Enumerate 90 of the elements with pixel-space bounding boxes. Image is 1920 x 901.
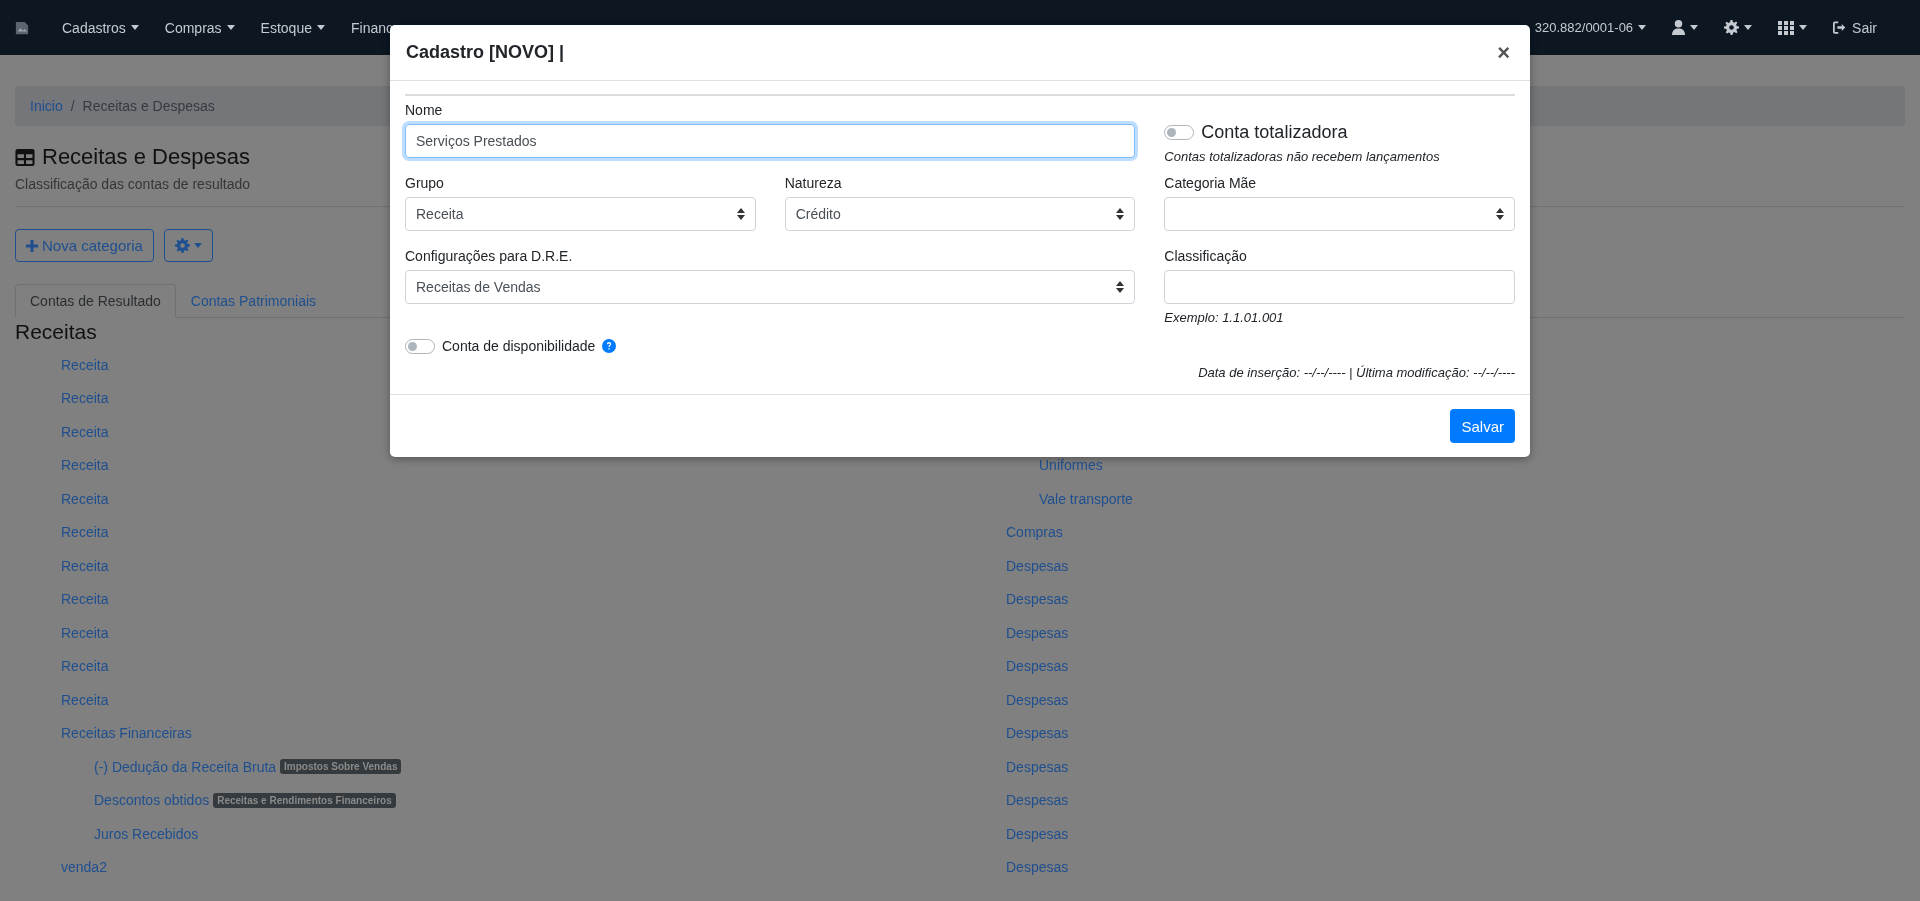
category-link[interactable]: Receita	[61, 423, 109, 440]
breadcrumb-current: Receitas e Despesas	[82, 98, 215, 114]
page-subtitle: Classificação das contas de resultado	[15, 176, 251, 192]
breadcrumb-separator: /	[70, 98, 75, 114]
select-arrows-icon	[1496, 208, 1504, 220]
select-field[interactable]	[1164, 197, 1515, 231]
field-label: Grupo	[405, 175, 444, 191]
category-link[interactable]: Despesas	[1006, 758, 1069, 775]
text-input[interactable]: Serviços Prestados	[405, 124, 1136, 158]
category-link[interactable]: Receita	[61, 356, 109, 373]
timestamps-text: Data de inserção: --/--/---- | Última modificação: --/--/----	[1198, 365, 1515, 380]
caret-icon	[1799, 25, 1808, 30]
category-link[interactable]: Despesas	[1006, 691, 1069, 708]
category-link[interactable]: Despesas	[1006, 859, 1069, 876]
category-link[interactable]: Receita	[61, 691, 109, 708]
toggle-switch[interactable]	[405, 338, 435, 354]
category-link[interactable]: Receita	[61, 658, 109, 675]
category-link[interactable]: Despesas	[1006, 591, 1069, 608]
broken-image-icon	[15, 19, 29, 36]
category-link[interactable]: Despesas	[1006, 557, 1069, 574]
field-label: Classificação	[1164, 248, 1247, 264]
switch-label: Conta totalizadora	[1201, 122, 1348, 143]
category-link[interactable]: venda2	[61, 859, 107, 876]
tab[interactable]: Contas de Resultado	[15, 284, 176, 318]
grid-icon	[1778, 20, 1795, 35]
gear-icon	[1724, 20, 1740, 35]
gear-icon	[174, 238, 190, 253]
settings-dropdown-button[interactable]	[163, 229, 213, 262]
help-text: Exemplo: 1.1.01.001	[1164, 310, 1284, 325]
category-link[interactable]: Receita	[61, 490, 109, 507]
category-link[interactable]: Receita	[61, 457, 109, 474]
nav-menu-item[interactable]: Estoque	[260, 11, 325, 44]
caret-icon	[226, 25, 235, 30]
caret-icon	[1638, 25, 1647, 30]
help-text: Contas totalizadoras não recebem lançamentos	[1164, 149, 1440, 164]
field-label: Natureza	[784, 175, 842, 191]
section-heading: Receitas	[15, 320, 97, 344]
nav-menu-item[interactable]: Cadastros	[62, 11, 139, 44]
category-link[interactable]: Uniformes	[1039, 457, 1103, 474]
nav-menu-item[interactable]: Financ	[351, 11, 393, 44]
switch-label: Conta de disponibilidade	[442, 338, 596, 354]
category-link[interactable]: Descontos obtidos	[94, 792, 210, 809]
category-link[interactable]: Despesas	[1006, 624, 1069, 641]
category-link[interactable]: Compras	[1006, 524, 1063, 541]
modal-title: Cadastro [NOVO] |	[406, 42, 565, 63]
caret-icon	[317, 25, 325, 30]
page-title: Receitas e Despesas	[42, 144, 250, 170]
text-input[interactable]	[1164, 270, 1515, 304]
select-arrows-icon	[736, 208, 745, 220]
caret-icon	[1690, 25, 1699, 30]
category-link[interactable]: Despesas	[1006, 658, 1069, 675]
category-link[interactable]: Receita	[61, 524, 109, 541]
breadcrumb-link[interactable]: Inicio	[30, 98, 63, 114]
company-selector[interactable]: 320.882/0001-06	[1534, 12, 1647, 43]
select-arrows-icon	[1116, 281, 1125, 293]
category-link[interactable]: Juros Recebidos	[94, 825, 199, 842]
save-button[interactable]: Salvar	[1450, 409, 1515, 443]
field-label: Nome	[405, 102, 443, 118]
new-category-button[interactable]: Nova categoria	[15, 229, 154, 262]
select-field[interactable]: Receitas de Vendas	[405, 270, 1136, 304]
select-field[interactable]: Receita	[405, 197, 756, 231]
help-icon	[602, 339, 617, 353]
category-link[interactable]: Despesas	[1006, 792, 1069, 809]
user-icon	[1672, 20, 1686, 35]
field-label: Categoria Mãe	[1164, 175, 1257, 191]
category-link[interactable]: Receita	[61, 624, 109, 641]
toggle-switch[interactable]	[1164, 125, 1195, 140]
caret-icon	[1744, 25, 1753, 30]
category-link[interactable]: Despesas	[1006, 725, 1069, 742]
field-label: Configurações para D.R.E.	[405, 248, 573, 264]
nav-menu-item[interactable]: Compras	[164, 11, 235, 44]
plus-icon	[26, 239, 38, 252]
table-icon	[15, 148, 35, 166]
tab[interactable]: Contas Patrimoniais	[175, 284, 332, 318]
category-link[interactable]: Vale transporte	[1039, 490, 1133, 507]
close-button[interactable]: ×	[1493, 41, 1514, 64]
category-link[interactable]: Despesas	[1006, 825, 1069, 842]
category-link[interactable]: Receita	[61, 390, 109, 407]
sign-out-icon	[1833, 21, 1848, 34]
caret-icon	[193, 243, 202, 248]
category-tag: Receitas e Rendimentos Financeiros	[213, 792, 396, 808]
category-link[interactable]: Receitas Financeiras	[61, 725, 192, 742]
select-field[interactable]: Crédito	[784, 197, 1136, 231]
select-arrows-icon	[1116, 208, 1125, 220]
logout-link[interactable]: Sair	[1833, 11, 1877, 44]
caret-icon	[130, 25, 139, 30]
category-link[interactable]: Receita	[61, 557, 109, 574]
category-link[interactable]: (-) Dedução da Receita Bruta	[94, 758, 277, 775]
category-tag: Impostos Sobre Vendas	[280, 759, 402, 775]
category-link[interactable]: Receita	[61, 591, 109, 608]
